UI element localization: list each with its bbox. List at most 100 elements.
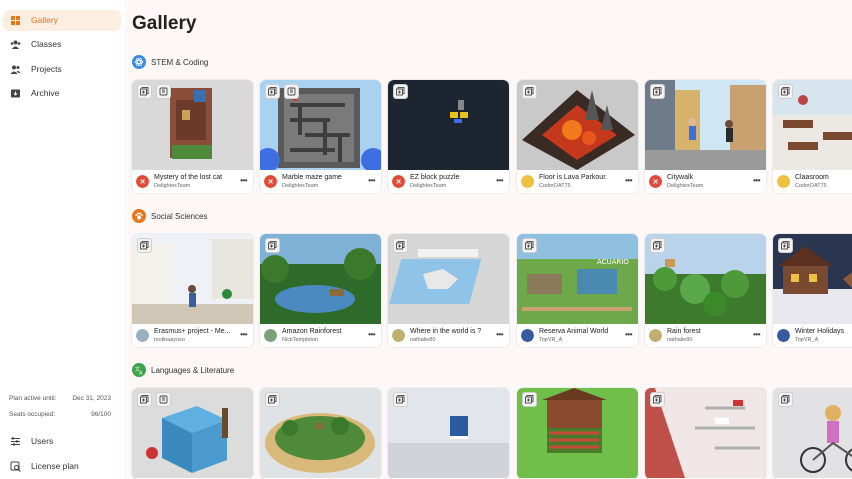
nav-label: Gallery (31, 15, 58, 25)
author-avatar (777, 329, 790, 342)
more-options-icon[interactable]: ••• (368, 176, 375, 185)
add-copy-icon[interactable] (137, 238, 152, 253)
nav-item-projects[interactable]: Projects (3, 59, 121, 80)
card-title: Where in the world is ? (410, 328, 482, 335)
preview-icon[interactable] (156, 392, 171, 407)
gallery-card[interactable]: ✕ Citywalk DelightexTeam ••• (645, 80, 766, 193)
author-avatar (649, 329, 662, 342)
author-avatar (521, 329, 534, 342)
users-icon (10, 65, 21, 74)
nav-item-users[interactable]: Users (3, 433, 121, 451)
svg-text:A: A (139, 371, 143, 376)
add-copy-icon[interactable] (137, 392, 152, 407)
more-options-icon[interactable]: ••• (240, 330, 247, 339)
section-header-stem: STEM & Coding (132, 54, 208, 70)
plan-active-value: Dec 31, 2023 (72, 395, 111, 402)
add-copy-icon[interactable] (137, 84, 152, 99)
add-copy-icon[interactable] (393, 392, 408, 407)
svg-text:ACUARIO: ACUARIO (597, 258, 629, 266)
author-avatar (521, 175, 534, 188)
more-options-icon[interactable]: ••• (753, 176, 760, 185)
grid-icon (11, 16, 20, 25)
seats-row: Seats occupied: 96/100 (9, 411, 111, 418)
card-title: Erasmus+ project - Me... (154, 328, 231, 335)
more-options-icon[interactable]: ••• (240, 176, 247, 185)
gallery-card[interactable]: Erasmus+ project - Me... molinaayuso ••• (132, 234, 253, 347)
gallery-card[interactable]: ✕ Mystery of the lost cat DelightexTeam ••• (132, 80, 253, 193)
more-options-icon[interactable]: ••• (625, 330, 632, 339)
gallery-card[interactable] (260, 388, 381, 479)
author-avatar (136, 329, 149, 342)
preview-icon[interactable] (284, 84, 299, 99)
nav-item-classes[interactable]: Classes (3, 34, 121, 55)
add-copy-icon[interactable] (265, 238, 280, 253)
seats-value: 96/100 (91, 411, 111, 418)
nav-label: Archive (31, 88, 60, 98)
author-avatar (777, 175, 790, 188)
gallery-card[interactable]: ✕ Marble maze game DelightexTeam ••• (260, 80, 381, 193)
gallery-card[interactable]: ✕ EZ block puzzle DelightexTeam ••• (388, 80, 509, 193)
card-title: Mystery of the lost cat (154, 174, 223, 181)
add-copy-icon[interactable] (265, 84, 280, 99)
add-copy-icon[interactable] (265, 392, 280, 407)
more-options-icon[interactable]: ••• (496, 176, 503, 185)
nav-item-archive[interactable]: Archive (3, 83, 121, 104)
card-author: TopVR_A (539, 337, 563, 343)
more-options-icon[interactable]: ••• (625, 176, 632, 185)
preview-icon[interactable] (156, 84, 171, 99)
gallery-card[interactable]: Rain forest nathalie80 ••• (645, 234, 766, 347)
gallery-card[interactable] (645, 388, 766, 479)
card-author: DelightexTeam (282, 183, 319, 189)
card-author: CoderDAT75 (795, 183, 827, 189)
sliders-icon (11, 437, 20, 446)
gallery-card[interactable]: Winter HolidaysTopVR_A••• (773, 234, 852, 347)
add-copy-icon[interactable] (778, 392, 793, 407)
add-copy-icon[interactable] (522, 392, 537, 407)
card-author: nathalie80 (667, 337, 693, 343)
card-title: Marble maze game (282, 174, 342, 181)
add-copy-icon[interactable] (522, 84, 537, 99)
nav-item-gallery[interactable]: Gallery (3, 10, 121, 31)
nav-label: Projects (31, 64, 62, 74)
seats-label: Seats occupied: (9, 411, 56, 418)
page-title: Gallery (132, 13, 197, 34)
gallery-card[interactable] (388, 388, 509, 479)
nav-label: Classes (31, 39, 62, 49)
card-title: Floor is Lava Parkour. (539, 174, 608, 181)
add-copy-icon[interactable] (650, 238, 665, 253)
card-author: CoderDAT75 (539, 183, 571, 189)
author-avatar: ✕ (136, 175, 149, 188)
gallery-card[interactable]: Where in the world is ? nathalie80 ••• (388, 234, 509, 347)
gallery-card[interactable]: Floor is Lava Parkour. CoderDAT75 ••• (517, 80, 638, 193)
section-header-social: Social Sciences (132, 208, 207, 224)
gallery-card[interactable]: Amazon Rainforest NickTempleton ••• (260, 234, 381, 347)
add-copy-icon[interactable] (393, 84, 408, 99)
gallery-card[interactable] (773, 388, 852, 479)
section-title: STEM & Coding (151, 57, 209, 67)
gallery-card[interactable] (132, 388, 253, 479)
gallery-card[interactable] (517, 388, 638, 479)
card-author: molinaayuso (154, 337, 185, 343)
nav-item-license-plan[interactable]: License plan (3, 458, 121, 476)
card-author: nathalie80 (410, 337, 436, 343)
card-author: TopVR_A (795, 337, 819, 343)
add-copy-icon[interactable] (650, 392, 665, 407)
add-copy-icon[interactable] (650, 84, 665, 99)
add-copy-icon[interactable] (778, 84, 793, 99)
add-copy-icon[interactable] (393, 238, 408, 253)
card-title: Claasroom (795, 174, 829, 181)
card-author: DelightexTeam (667, 183, 704, 189)
add-copy-icon[interactable] (522, 238, 537, 253)
plan-active-row: Plan active until: Dec 31, 2023 (9, 395, 111, 402)
section-title: Languages & Literature (151, 365, 235, 375)
gallery-card[interactable]: ClaasroomCoderDAT75••• (773, 80, 852, 193)
more-options-icon[interactable]: ••• (753, 330, 760, 339)
card-title: EZ block puzzle (410, 174, 460, 181)
sidebar: Gallery Classes Projects Archive Plan ac… (0, 0, 125, 479)
more-options-icon[interactable]: ••• (496, 330, 503, 339)
card-title: Citywalk (667, 174, 694, 181)
more-options-icon[interactable]: ••• (368, 330, 375, 339)
card-author: DelightexTeam (410, 183, 447, 189)
gallery-card[interactable]: ACUARIO Reserva Animal World TopVR_A ••• (517, 234, 638, 347)
add-copy-icon[interactable] (778, 238, 793, 253)
